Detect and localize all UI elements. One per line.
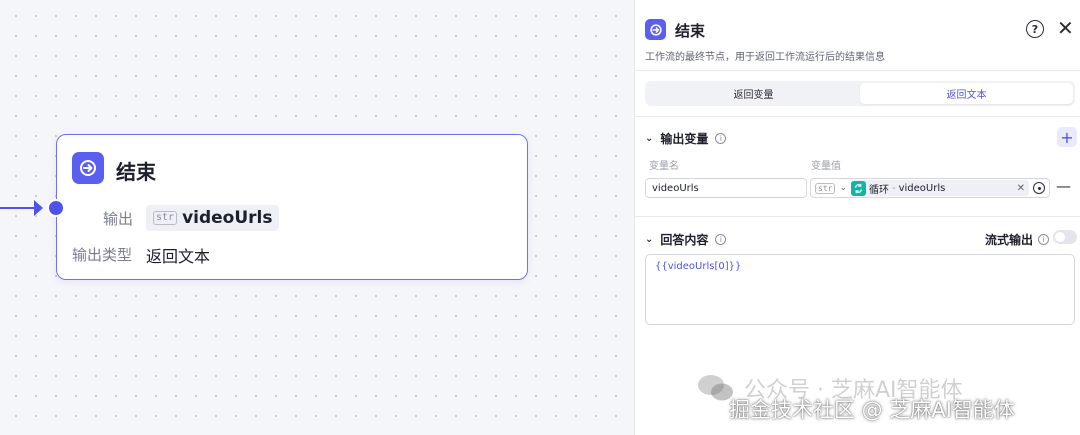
- variable-value-column-label: 变量值: [811, 161, 841, 172]
- help-icon[interactable]: ?: [1026, 20, 1044, 38]
- info-icon[interactable]: i: [715, 133, 727, 144]
- divider: [635, 70, 1080, 71]
- end-node[interactable]: 结束 输出 str videoUrls 输出类型 返回文本: [56, 134, 528, 280]
- clear-icon[interactable]: ✕: [1017, 183, 1025, 194]
- divider: [635, 116, 1080, 117]
- tab-return-variable[interactable]: 返回变量: [647, 83, 860, 104]
- info-icon[interactable]: i: [715, 234, 727, 245]
- remove-variable-button[interactable]: —: [1056, 177, 1071, 195]
- answer-content-editor[interactable]: {{videoUrls[0]}}: [645, 254, 1075, 325]
- divider: [635, 216, 1080, 217]
- watermark-juejin: 掘金技术社区 @ 芝麻AI智能体: [729, 398, 1015, 422]
- add-variable-button[interactable]: +: [1057, 127, 1077, 147]
- panel-description: 工作流的最终节点，用于返回工作流运行后的结果信息: [645, 52, 885, 63]
- output-section-header[interactable]: ⌄ 输出变量 i: [645, 130, 727, 147]
- node-input-port[interactable]: [47, 199, 65, 217]
- output-label: 输出: [103, 210, 134, 228]
- return-mode-tabs: 返回变量 返回文本: [645, 81, 1075, 106]
- output-variable-pill: str videoUrls: [146, 205, 280, 231]
- output-type-value: 返回文本: [146, 247, 211, 266]
- close-icon[interactable]: ✕: [1057, 17, 1074, 39]
- reference-source: 循环: [869, 184, 889, 196]
- node-settings-panel: 结束 ? ✕ 工作流的最终节点，用于返回工作流运行后的结果信息 返回变量 返回文…: [634, 0, 1080, 435]
- stream-output-text: 流式输出: [985, 233, 1034, 247]
- stream-output-toggle[interactable]: [1053, 230, 1077, 244]
- panel-title: 结束: [675, 22, 706, 40]
- stream-output-label: 流式输出 i: [985, 231, 1050, 248]
- variable-name-column-label: 变量名: [649, 161, 679, 172]
- str-type-icon: str: [153, 211, 178, 225]
- edge-arrow-icon: [34, 200, 43, 216]
- loop-icon: [851, 180, 866, 196]
- variable-reference-chip: 循环 - videoUrls ✕: [851, 180, 1029, 196]
- answer-section-header[interactable]: ⌄ 回答内容 i: [645, 231, 727, 248]
- info-icon[interactable]: i: [1038, 234, 1050, 245]
- str-type-icon: str: [815, 182, 836, 194]
- target-icon[interactable]: [1033, 182, 1045, 194]
- chevron-down-icon: ⌄: [645, 133, 654, 144]
- variable-name-input[interactable]: videoUrls: [645, 178, 807, 198]
- exit-icon: [645, 19, 666, 40]
- reference-variable: videoUrls: [898, 182, 946, 194]
- node-title: 结束: [116, 160, 156, 184]
- answer-section-title: 回答内容: [660, 233, 709, 247]
- variable-value-select[interactable]: str ⌄ 循环 - videoUrls ✕: [810, 178, 1050, 198]
- chevron-down-icon[interactable]: ⌄: [839, 183, 847, 193]
- output-type-label: 输出类型: [72, 246, 133, 264]
- exit-icon: [72, 152, 104, 184]
- tab-return-text[interactable]: 返回文本: [860, 83, 1073, 104]
- reference-separator: -: [892, 182, 896, 194]
- output-section-title: 输出变量: [660, 132, 709, 146]
- chevron-down-icon: ⌄: [645, 234, 654, 245]
- output-variable-name: videoUrls: [182, 208, 273, 228]
